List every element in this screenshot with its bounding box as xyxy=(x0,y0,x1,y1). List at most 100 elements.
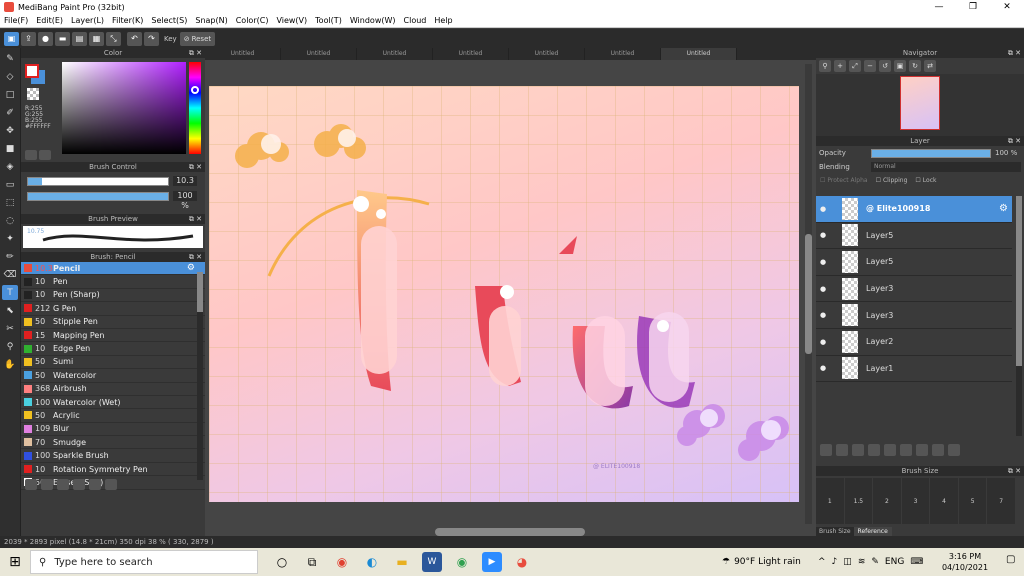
menu-window[interactable]: Window(W) xyxy=(346,16,400,25)
fg-bg-swatches[interactable] xyxy=(25,64,45,84)
zoom-out-icon[interactable]: − xyxy=(864,60,876,72)
zoom-icon[interactable]: ⚲ xyxy=(819,60,831,72)
rotate-left-icon[interactable]: ↺ xyxy=(879,60,891,72)
layer-item[interactable]: ● @ Elite100918 ⚙ xyxy=(816,196,1012,223)
menu-snap[interactable]: Snap(N) xyxy=(191,16,231,25)
visibility-eye-icon[interactable]: ● xyxy=(816,258,830,266)
menu-select[interactable]: Select(S) xyxy=(147,16,191,25)
eyedropper-tool-icon[interactable]: ⚲ xyxy=(2,339,18,354)
canvas-horizontal-scroll-thumb[interactable] xyxy=(435,528,585,536)
layer-item[interactable]: ● Layer3 xyxy=(816,275,1012,303)
divide-tool-icon[interactable]: ✂ xyxy=(2,321,18,336)
panel-close-icon[interactable]: ⧉ ✕ xyxy=(189,214,202,224)
close-icon[interactable]: ✕ xyxy=(990,0,1024,14)
bucket-tool-icon[interactable]: ◈ xyxy=(2,159,18,174)
brush-add-icon[interactable] xyxy=(25,479,37,490)
brush-new-icon[interactable] xyxy=(41,479,53,490)
layer-item[interactable]: ● Layer5 xyxy=(816,222,1012,250)
tab-brush-size[interactable]: Brush Size xyxy=(816,527,855,536)
canvas-vertical-scrollbar[interactable] xyxy=(805,64,812,524)
menu-color[interactable]: Color(C) xyxy=(232,16,273,25)
merge-layer-icon[interactable] xyxy=(916,444,928,456)
layer-settings-icon[interactable] xyxy=(932,444,944,456)
layer-item[interactable]: ● Layer2 xyxy=(816,328,1012,356)
hue-slider[interactable] xyxy=(189,62,201,154)
brush-list-item[interactable]: 10 Pen xyxy=(21,275,205,289)
rotate-right-icon[interactable]: ↻ xyxy=(909,60,921,72)
upload-icon[interactable]: ⇪ xyxy=(21,31,36,46)
color-palette-icon[interactable] xyxy=(39,150,51,160)
actual-size-icon[interactable]: ▣ xyxy=(894,60,906,72)
new-layer-icon[interactable] xyxy=(820,444,832,456)
brush-size-track[interactable] xyxy=(27,176,169,186)
task-view-icon[interactable]: ⧉ xyxy=(302,552,322,572)
fit-icon[interactable]: ⤢ xyxy=(849,60,861,72)
move-tool-icon[interactable]: ✥ xyxy=(2,123,18,138)
brush-size-option[interactable]: 2 xyxy=(873,478,902,524)
network-icon[interactable]: ◫ xyxy=(843,557,852,567)
new-halftone-layer-icon[interactable] xyxy=(836,444,848,456)
brush-list-item[interactable]: 368 Airbrush xyxy=(21,382,205,396)
visibility-eye-icon[interactable]: ● xyxy=(816,338,830,346)
brush-size-option[interactable]: 1 xyxy=(816,478,845,524)
brush-list-item[interactable]: 100 Sparkle Brush xyxy=(21,449,205,463)
chrome-icon[interactable]: ◉ xyxy=(332,552,352,572)
brush-opacity-track[interactable] xyxy=(27,191,169,201)
text-tool-icon[interactable]: T xyxy=(2,285,18,300)
brush-list-item[interactable]: 70 Smudge xyxy=(21,436,205,450)
brush-list-item[interactable]: 10 Edge Pen xyxy=(21,342,205,356)
wifi-icon[interactable]: ≋ xyxy=(858,557,866,567)
undo-icon[interactable]: ↶ xyxy=(127,31,142,46)
layer-opacity-slider[interactable] xyxy=(871,148,991,158)
brush-size-option[interactable]: 1.5 xyxy=(845,478,874,524)
select-eraser-icon[interactable]: ⌫ xyxy=(2,267,18,282)
taskbar-search[interactable]: ⚲ Type here to search xyxy=(30,550,258,574)
brush-size-option[interactable]: 7 xyxy=(987,478,1016,524)
file-explorer-icon[interactable]: ▬ xyxy=(392,552,412,572)
tab-untitled-1[interactable]: Untitled xyxy=(205,48,281,60)
menu-cloud[interactable]: Cloud xyxy=(400,16,431,25)
brush-list-item[interactable]: 212 G Pen xyxy=(21,302,205,316)
layer-scroll-thumb[interactable] xyxy=(1016,196,1022,366)
brush-list-item[interactable]: 50 Acrylic xyxy=(21,409,205,423)
menu-filter[interactable]: Filter(K) xyxy=(108,16,147,25)
brush-list-item[interactable]: 50 Stipple Pen xyxy=(21,315,205,329)
folder-icon[interactable] xyxy=(884,444,896,456)
layer-settings-gear-icon[interactable]: ⚙ xyxy=(999,203,1008,214)
brush-size-slider[interactable]: 10.3 xyxy=(27,176,199,186)
comment-icon[interactable]: ▬ xyxy=(55,31,70,46)
brush-duplicate-icon[interactable] xyxy=(89,479,101,490)
panel-icon[interactable]: ▤ xyxy=(72,31,87,46)
select-tool-icon[interactable]: ⬚ xyxy=(2,195,18,210)
visibility-eye-icon[interactable]: ● xyxy=(816,231,830,239)
panel-close-icon[interactable]: ⧉ ✕ xyxy=(189,48,202,58)
layer-item[interactable]: ● Layer5 xyxy=(816,249,1012,276)
brush-copy-icon[interactable] xyxy=(73,479,85,490)
hand-tool-icon[interactable]: ✋ xyxy=(2,357,18,372)
select-pen-icon[interactable]: ✏ xyxy=(2,249,18,264)
visibility-eye-icon[interactable]: ● xyxy=(816,285,830,293)
fullscreen-icon[interactable]: ▣ xyxy=(4,31,19,46)
medibang-taskbar-icon[interactable]: ◕ xyxy=(512,552,532,572)
foreground-color-swatch[interactable] xyxy=(25,64,39,78)
tab-reference[interactable]: Reference xyxy=(854,527,892,536)
layer-list-scrollbar[interactable] xyxy=(1016,196,1022,436)
menu-layer[interactable]: Layer(L) xyxy=(67,16,108,25)
language-indicator[interactable]: ENG xyxy=(885,557,904,567)
layer-blending-select[interactable]: Normal xyxy=(871,162,1021,172)
brush-list-item[interactable]: 15 Mapping Pen xyxy=(21,328,205,343)
layer-item[interactable]: ● Layer3 xyxy=(816,302,1012,329)
tray-chevron-icon[interactable]: ^ xyxy=(818,557,826,567)
zoom-in-icon[interactable]: + xyxy=(834,60,846,72)
color-wheel-icon[interactable] xyxy=(25,150,37,160)
layer-item[interactable]: ● Layer1 xyxy=(816,355,1012,383)
pen-icon[interactable]: ✎ xyxy=(871,557,879,567)
drawing-canvas[interactable]: @ ELITE100918 xyxy=(209,86,799,502)
clipping-checkbox[interactable]: Clipping xyxy=(876,177,907,184)
menu-view[interactable]: View(V) xyxy=(272,16,311,25)
brush-size-value[interactable]: 10.3 xyxy=(173,176,197,186)
pen-tool-icon[interactable]: ✐ xyxy=(2,105,18,120)
saturation-value-picker[interactable] xyxy=(62,62,186,154)
transform-icon[interactable]: ⤡ xyxy=(106,31,121,46)
brush-tool-icon[interactable]: ✎ xyxy=(2,51,18,66)
